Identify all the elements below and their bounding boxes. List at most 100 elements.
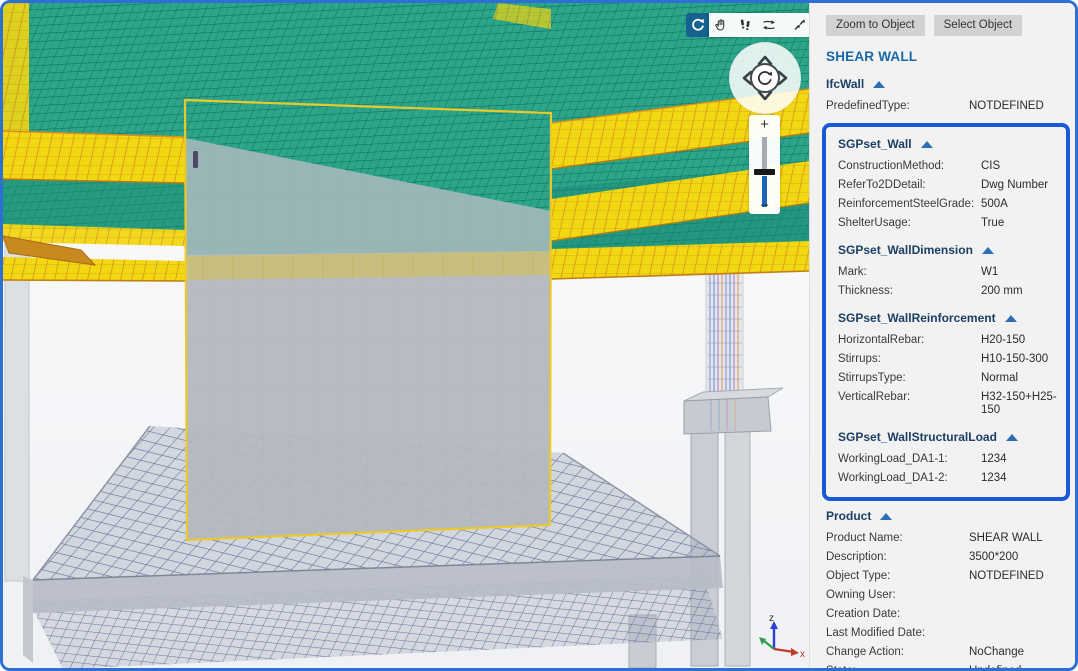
section-header-label: SGPset_Wall: [838, 137, 912, 151]
property-row: PredefinedType: NOTDEFINED: [826, 100, 1065, 113]
property-label: State:: [826, 665, 969, 668]
beam-3d-left-b[interactable]: [3, 257, 185, 281]
property-row: Mark: W1: [838, 266, 1066, 279]
collapse-triangle-icon[interactable]: [1005, 315, 1017, 322]
collapse-triangle-icon[interactable]: [880, 513, 892, 520]
orbit-rotate-button[interactable]: [686, 13, 709, 37]
zoom-slider-handle[interactable]: [754, 169, 775, 175]
walk-footprints-button[interactable]: [733, 13, 757, 37]
zoom-extents-button[interactable]: [787, 13, 811, 37]
property-label: Owning User:: [826, 589, 969, 602]
property-label: HorizontalRebar:: [838, 334, 981, 347]
property-row: HorizontalRebar: H20-150: [838, 334, 1066, 347]
property-label: StirrupsType:: [838, 372, 981, 385]
view-toolbar: [686, 13, 811, 37]
collapse-triangle-icon[interactable]: [921, 141, 933, 148]
collapse-triangle-icon[interactable]: [982, 247, 994, 254]
property-value: W1: [981, 266, 998, 279]
property-row: ShelterUsage: True: [838, 217, 1066, 230]
navigation-ring[interactable]: [727, 40, 803, 116]
property-value: CIS: [981, 160, 1000, 173]
property-row: ReferTo2DDetail: Dwg Number: [838, 179, 1066, 192]
nav-center-rotate-button[interactable]: [751, 64, 779, 92]
zoom-out-button[interactable]: −: [749, 197, 780, 214]
section-header-ifcwall[interactable]: IfcWall: [826, 77, 1065, 91]
property-row: Last Modified Date:: [826, 627, 1065, 640]
property-value: Normal: [981, 372, 1018, 385]
section-header-label: SGPset_WallStructuralLoad: [838, 430, 997, 444]
zoom-in-button[interactable]: +: [749, 116, 780, 133]
collapse-triangle-icon[interactable]: [873, 81, 885, 88]
property-value: True: [981, 217, 1004, 230]
property-label: Mark:: [838, 266, 981, 279]
select-object-button[interactable]: Select Object: [934, 15, 1022, 36]
property-label: Creation Date:: [826, 608, 969, 621]
property-label: Last Modified Date:: [826, 627, 969, 640]
zoom-to-object-button[interactable]: Zoom to Object: [826, 15, 925, 36]
axis-label-x: x: [800, 649, 805, 660]
section-header-label: SGPset_WallReinforcement: [838, 311, 996, 325]
property-value: 1234: [981, 453, 1007, 466]
axis-label-z: z: [769, 613, 774, 624]
property-row: Thickness: 200 mm: [838, 285, 1066, 298]
zoom-slider[interactable]: + −: [749, 115, 780, 214]
property-row: Owning User:: [826, 589, 1065, 602]
property-label: WorkingLoad_DA1-2:: [838, 472, 981, 485]
property-row: State: Undefined: [826, 665, 1065, 668]
property-row: Change Action: NoChange: [826, 646, 1065, 659]
property-label: VerticalRebar:: [838, 391, 981, 417]
property-value: Dwg Number: [981, 179, 1048, 192]
highlight-annotation-box: SGPset_Wall ConstructionMethod: CIS Refe…: [822, 123, 1070, 501]
ceiling-slab-left[interactable]: [3, 3, 185, 281]
property-value: H10-150-300: [981, 353, 1048, 366]
zoom-extents-icon: [791, 17, 807, 33]
section-header-label: IfcWall: [826, 77, 864, 91]
pan-hand-button[interactable]: [709, 13, 733, 37]
section-header-product[interactable]: Product: [826, 509, 1065, 523]
property-row: VerticalRebar: H32-150+H25-150: [838, 391, 1066, 417]
property-value: NoChange: [969, 646, 1024, 659]
wall-rebar-mark: [193, 151, 198, 168]
property-label: Stirrups:: [838, 353, 981, 366]
property-row: WorkingLoad_DA1-2: 1234: [838, 472, 1066, 485]
3d-viewport[interactable]: z x: [3, 3, 809, 668]
section-header-sgpset-walldimension[interactable]: SGPset_WallDimension: [838, 243, 1066, 257]
properties-panel: Zoom to Object Select Object SHEAR WALL …: [809, 3, 1075, 668]
property-value: 200 mm: [981, 285, 1023, 298]
zoom-track-upper[interactable]: [762, 137, 767, 170]
property-value: SHEAR WALL: [969, 532, 1043, 545]
property-row: ConstructionMethod: CIS: [838, 160, 1066, 173]
object-title: SHEAR WALL: [826, 49, 1065, 64]
property-label: Description:: [826, 551, 969, 564]
beam-3d-left-a[interactable]: [3, 131, 185, 183]
column-3d-left[interactable]: [5, 236, 29, 581]
axis-triad: z x: [759, 613, 805, 660]
pan-hand-icon: [713, 17, 729, 33]
property-label: ConstructionMethod:: [838, 160, 981, 173]
walk-footprints-icon: [737, 17, 753, 33]
section-header-label: Product: [826, 509, 871, 523]
property-label: WorkingLoad_DA1-1:: [838, 453, 981, 466]
property-value: Undefined: [969, 665, 1021, 668]
app-window: z x: [0, 0, 1078, 671]
rebar-column-3d[interactable]: [706, 271, 743, 395]
section-header-sgpset-wallstructuralload[interactable]: SGPset_WallStructuralLoad: [838, 430, 1066, 444]
property-label: ReferTo2DDetail:: [838, 179, 981, 192]
swap-arrows-button[interactable]: [757, 13, 781, 37]
property-value: 500A: [981, 198, 1008, 211]
property-value: H20-150: [981, 334, 1025, 347]
corbel-3d[interactable]: [684, 388, 783, 434]
property-row: StirrupsType: Normal: [838, 372, 1066, 385]
swap-arrows-icon: [761, 17, 777, 33]
property-row: Object Type: NOTDEFINED: [826, 570, 1065, 583]
property-label: ShelterUsage:: [838, 217, 981, 230]
view-toolbar-group: [709, 13, 811, 37]
property-value: NOTDEFINED: [969, 100, 1044, 113]
collapse-triangle-icon[interactable]: [1006, 434, 1018, 441]
orbit-rotate-icon: [690, 17, 706, 33]
property-row: Creation Date:: [826, 608, 1065, 621]
property-label: PredefinedType:: [826, 100, 969, 113]
section-header-sgpset-wall[interactable]: SGPset_Wall: [838, 137, 1066, 151]
section-header-sgpset-wallreinforcement[interactable]: SGPset_WallReinforcement: [838, 311, 1066, 325]
property-value: 1234: [981, 472, 1007, 485]
